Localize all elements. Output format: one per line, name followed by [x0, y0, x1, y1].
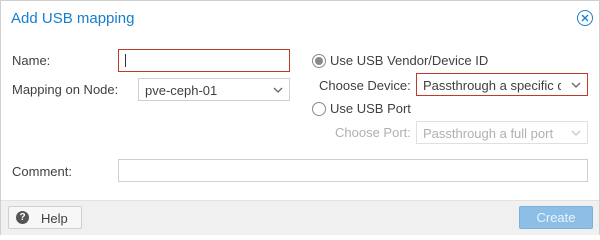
usb-port-radio-label: Use USB Port: [330, 101, 411, 116]
device-combobox[interactable]: Passthrough a specific d: [416, 73, 588, 96]
help-button-label: Help: [41, 211, 68, 226]
chevron-down-icon: [571, 130, 581, 136]
node-combobox-value: pve-ceph-01: [145, 83, 218, 98]
dialog-header: Add USB mapping: [1, 1, 599, 36]
name-label: Name:: [12, 53, 51, 68]
comment-label: Comment:: [12, 164, 72, 179]
usb-port-radio[interactable]: [312, 102, 326, 116]
dialog-footer: ? Help Create: [1, 200, 599, 235]
add-usb-mapping-dialog: Add USB mapping Name: Mapping on Node: p…: [0, 0, 600, 235]
vendor-device-radio-label: Use USB Vendor/Device ID: [330, 53, 489, 68]
text-caret: [125, 54, 126, 67]
create-button[interactable]: Create: [519, 206, 593, 229]
vendor-device-radio[interactable]: [312, 54, 326, 68]
node-combobox[interactable]: pve-ceph-01: [138, 78, 290, 101]
chevron-down-icon[interactable]: [569, 78, 583, 92]
node-label: Mapping on Node:: [12, 82, 119, 97]
port-label: Choose Port:: [335, 125, 411, 140]
help-button[interactable]: ? Help: [8, 206, 82, 229]
name-input[interactable]: [118, 49, 290, 72]
close-icon[interactable]: [577, 10, 593, 26]
port-combobox-value: Passthrough a full port: [423, 126, 554, 141]
device-label: Choose Device:: [319, 78, 411, 93]
port-combobox[interactable]: Passthrough a full port: [416, 121, 588, 144]
comment-input[interactable]: [118, 159, 588, 182]
question-icon: ?: [16, 211, 29, 224]
chevron-down-icon[interactable]: [271, 83, 285, 97]
dialog-title: Add USB mapping: [11, 10, 135, 27]
device-combobox-value: Passthrough a specific d: [423, 78, 561, 93]
